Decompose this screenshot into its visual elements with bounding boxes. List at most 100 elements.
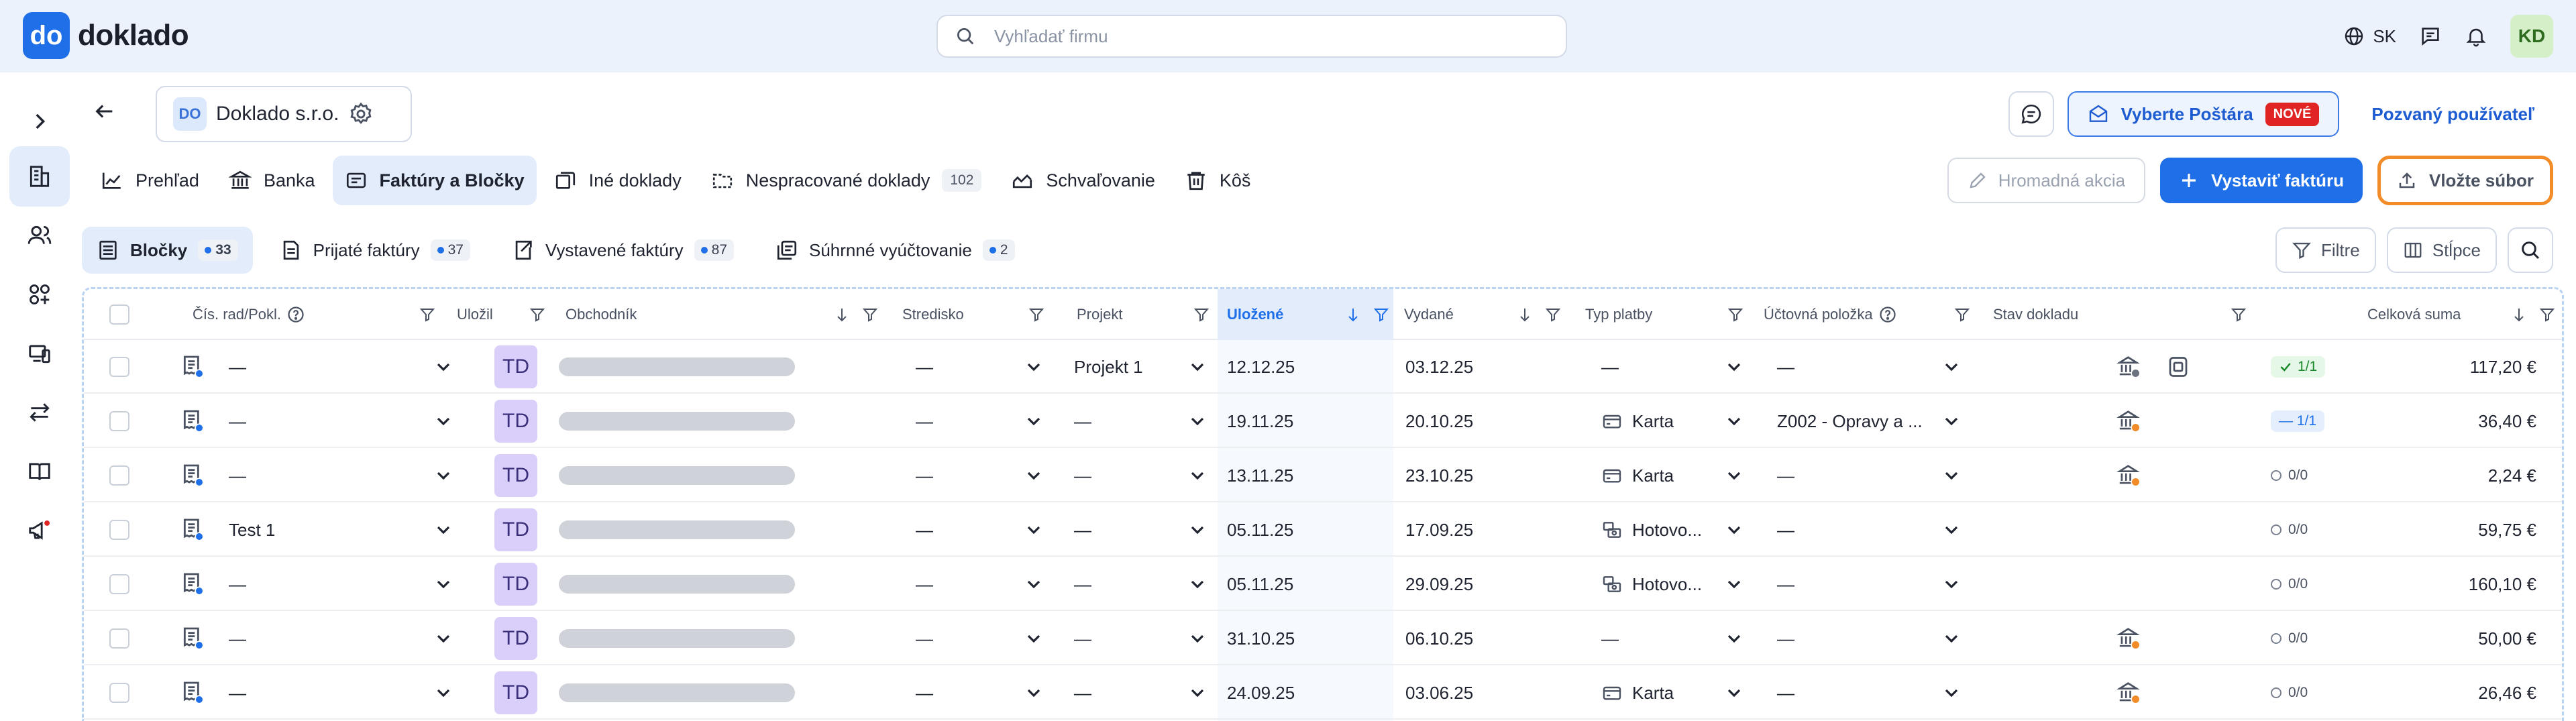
col-center-filter[interactable]: [1028, 307, 1044, 323]
row-checkbox[interactable]: [109, 628, 129, 649]
messages-icon[interactable]: [2419, 25, 2442, 48]
row-checkbox[interactable]: [109, 357, 129, 377]
col-project-filter[interactable]: [1193, 307, 1210, 323]
nav-other-documents[interactable]: Iné doklady: [542, 156, 694, 205]
select-all[interactable]: [109, 289, 129, 340]
table-row[interactable]: — TD — — 05.11.25 29.09.25 Hotovo... — 0/0 160,10…: [84, 557, 2562, 611]
account-dropdown[interactable]: [1941, 449, 1962, 502]
bank-match-status[interactable]: [2116, 666, 2142, 720]
user-avatar[interactable]: KD: [2510, 15, 2553, 58]
language-switcher[interactable]: SK: [2343, 25, 2396, 47]
payment-dropdown[interactable]: [1723, 557, 1745, 611]
account-dropdown[interactable]: [1941, 666, 1962, 720]
col-account-filter[interactable]: [1954, 307, 1970, 323]
payment-dropdown[interactable]: [1723, 503, 1745, 557]
row-checkbox[interactable]: [109, 411, 129, 431]
col-account-item[interactable]: Účtovná položka: [1764, 289, 1897, 340]
row-checkbox[interactable]: [109, 683, 129, 703]
tab-receipts[interactable]: Bločky 33: [82, 227, 253, 274]
center-dropdown[interactable]: [1023, 666, 1044, 720]
account-dropdown[interactable]: [1941, 503, 1962, 557]
col-total-sort[interactable]: [2511, 307, 2555, 323]
bell-icon[interactable]: [2465, 25, 2487, 48]
sidebar-item-devices[interactable]: [9, 323, 70, 384]
tab-summary-billing[interactable]: Súhrnné vyúčtovanie 2: [761, 227, 1030, 274]
filters-button[interactable]: Filtre: [2275, 227, 2376, 273]
upload-file-button[interactable]: Vložte súbor: [2377, 156, 2553, 205]
project-dropdown[interactable]: [1187, 449, 1208, 502]
row-checkbox[interactable]: [109, 520, 129, 540]
col-payment-filter[interactable]: [1727, 307, 1743, 323]
table-search-button[interactable]: [2508, 227, 2553, 273]
sidebar-expand[interactable]: [9, 91, 70, 152]
sidebar-item-apps[interactable]: [9, 264, 70, 325]
payment-dropdown[interactable]: [1723, 666, 1745, 720]
comments-button[interactable]: [2008, 91, 2054, 137]
number-dropdown[interactable]: [433, 394, 454, 448]
nav-overview[interactable]: Prehľad: [89, 156, 211, 205]
col-doc-state[interactable]: Stav dokladu: [1993, 289, 2078, 340]
account-dropdown[interactable]: [1941, 394, 1962, 448]
company-search[interactable]: [936, 15, 1567, 58]
payment-dropdown[interactable]: [1723, 340, 1745, 394]
nav-bank[interactable]: Banka: [217, 156, 327, 205]
sidebar-item-users[interactable]: [9, 205, 70, 266]
help-icon[interactable]: [286, 305, 305, 324]
gear-icon[interactable]: [348, 101, 374, 127]
bank-match-status[interactable]: [2116, 340, 2142, 394]
col-doc-state-filter[interactable]: [2231, 307, 2247, 323]
number-dropdown[interactable]: [433, 503, 454, 557]
center-dropdown[interactable]: [1023, 394, 1044, 448]
project-dropdown[interactable]: [1187, 394, 1208, 448]
select-all-checkbox[interactable]: [109, 304, 129, 325]
bank-match-status[interactable]: [2116, 449, 2142, 502]
columns-button[interactable]: Stĺpce: [2386, 227, 2497, 273]
nav-approval[interactable]: Schvaľovanie: [999, 156, 1167, 205]
center-dropdown[interactable]: [1023, 340, 1044, 394]
project-dropdown[interactable]: [1187, 340, 1208, 394]
document-preview[interactable]: [2166, 340, 2190, 394]
col-issued-date[interactable]: Vydané: [1404, 289, 1454, 340]
invited-user-button[interactable]: Pozvaný používateľ: [2353, 91, 2553, 137]
account-dropdown[interactable]: [1941, 557, 1962, 611]
tab-received-invoices[interactable]: Prijaté faktúry 37: [265, 227, 485, 274]
table-row[interactable]: — TD — Projekt 1 12.12.25 03.12.25 — — 1/1 117,20…: [84, 340, 2562, 394]
nav-trash[interactable]: Kôš: [1173, 156, 1263, 205]
back-button[interactable]: [89, 95, 121, 127]
col-number-filter[interactable]: [419, 307, 435, 323]
search-input[interactable]: [994, 25, 1531, 47]
payment-dropdown[interactable]: [1723, 449, 1745, 502]
mass-action-button[interactable]: Hromadná akcia: [1947, 158, 2146, 203]
company-selector[interactable]: DO Doklado s.r.o.: [156, 86, 412, 142]
col-issued-sort[interactable]: [1517, 307, 1561, 323]
payment-dropdown[interactable]: [1723, 394, 1745, 448]
col-merchant-sort[interactable]: [834, 307, 878, 323]
center-dropdown[interactable]: [1023, 557, 1044, 611]
table-row[interactable]: — TD — — 19.11.25 20.10.25 Karta Z002 - Opravy …: [84, 394, 2562, 448]
table-row[interactable]: Test 1 TD — — 05.11.25 17.09.25 Hotovo... — 0/0 5…: [84, 503, 2562, 557]
table-row[interactable]: — TD — — 13.11.25 23.10.25 Karta — 0/0 2,24 €: [84, 449, 2562, 502]
table-row[interactable]: — TD — — 31.10.25 06.10.25 — — 0/0 50,00 €: [84, 612, 2562, 665]
payment-dropdown[interactable]: [1723, 612, 1745, 665]
number-dropdown[interactable]: [433, 612, 454, 665]
col-saved-by-filter[interactable]: [529, 307, 545, 323]
bank-match-status[interactable]: [2116, 612, 2142, 665]
sidebar-item-guide[interactable]: [9, 441, 70, 502]
issue-invoice-button[interactable]: Vystaviť faktúru: [2160, 158, 2363, 203]
nav-invoices-receipts[interactable]: Faktúry a Bločky: [332, 156, 537, 205]
row-checkbox[interactable]: [109, 465, 129, 486]
sidebar-item-transfers[interactable]: [9, 382, 70, 443]
sidebar-item-companies[interactable]: [9, 146, 70, 207]
col-number[interactable]: Čís. rad/Pokl.: [193, 289, 305, 340]
col-payment[interactable]: Typ platby: [1585, 289, 1652, 340]
nav-unprocessed[interactable]: Nespracované doklady 102: [699, 156, 994, 205]
table-row[interactable]: — TD — — 24.09.25 03.06.25 Karta — 0/0 26,46 €: [84, 666, 2562, 720]
number-dropdown[interactable]: [433, 557, 454, 611]
col-center[interactable]: Stredisko: [902, 289, 964, 340]
bank-match-status[interactable]: [2116, 394, 2142, 448]
project-dropdown[interactable]: [1187, 557, 1208, 611]
col-saved-by[interactable]: Uložil: [457, 289, 493, 340]
tab-issued-invoices[interactable]: Vystavené faktúry 87: [497, 227, 749, 274]
account-dropdown[interactable]: [1941, 340, 1962, 394]
number-dropdown[interactable]: [433, 340, 454, 394]
